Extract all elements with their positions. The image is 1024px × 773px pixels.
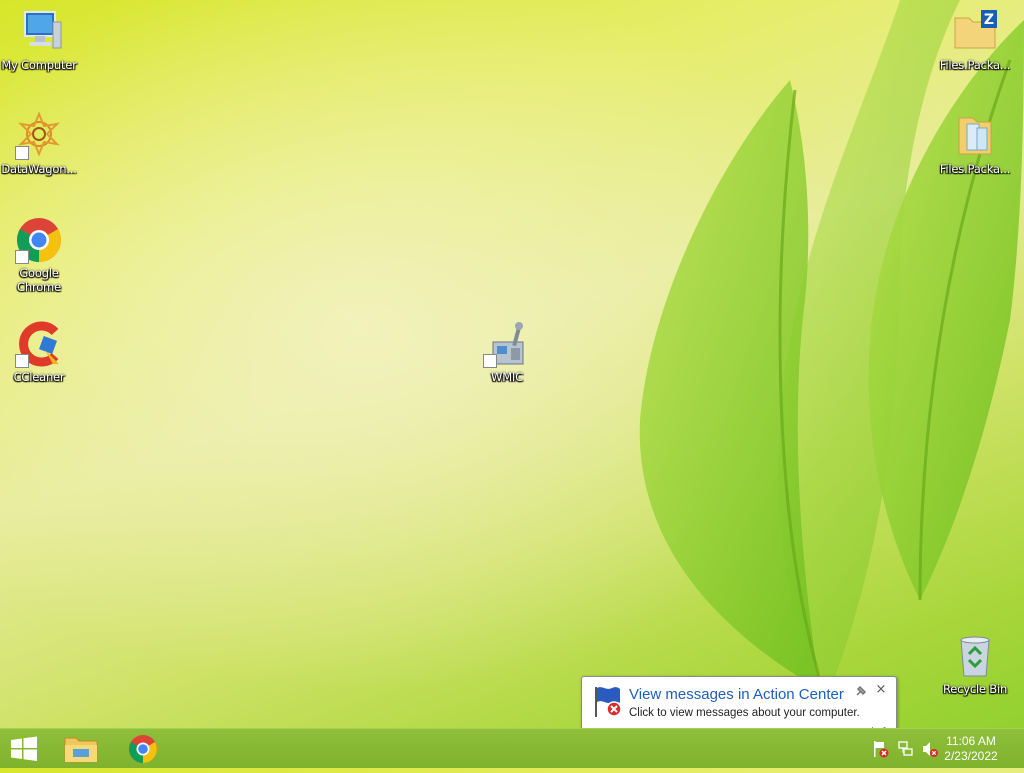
clock-time: 11:06 AM (946, 734, 996, 748)
icon-label: Google Chrome (17, 266, 61, 294)
taskbar-clock[interactable]: 11:06 AM 2/23/2022 (936, 734, 1006, 764)
desktop-icon-wmic[interactable]: WMIC (468, 320, 546, 384)
tray-network[interactable] (897, 739, 915, 759)
clock-date: 2/23/2022 (944, 749, 998, 763)
computer-icon (15, 8, 63, 56)
desktop[interactable]: My Computer DataWagon... Google Chrome C… (0, 0, 1024, 728)
action-center-flag-icon (592, 685, 624, 719)
chrome-icon (15, 216, 63, 264)
icon-label: My Computer (1, 58, 77, 72)
taskbar: 11:06 AM 2/23/2022 (0, 728, 1024, 768)
wmic-icon (483, 320, 531, 368)
desktop-icon-datawagon[interactable]: DataWagon... (0, 111, 78, 176)
close-icon[interactable]: × (874, 683, 888, 697)
tray-action-center[interactable] (872, 739, 890, 759)
network-icon (898, 741, 913, 756)
icon-label: Files.Packa... (939, 58, 1011, 72)
taskbar-chrome[interactable] (114, 729, 172, 769)
desktop-icon-files-package-zip[interactable]: Z Files.Packa... (936, 8, 1014, 72)
recycle-bin-icon (951, 632, 999, 680)
desktop-icon-google-chrome[interactable]: Google Chrome (0, 216, 78, 294)
notification-text: Click to view messages about your comput… (629, 707, 860, 719)
file-explorer-icon (64, 737, 98, 763)
icon-label: Files.Packa... (939, 162, 1011, 176)
icon-label: CCleaner (13, 370, 65, 384)
folder-icon (951, 112, 999, 160)
desktop-icon-my-computer[interactable]: My Computer (0, 8, 78, 72)
ccleaner-icon (15, 320, 63, 368)
pin-icon[interactable] (854, 683, 868, 697)
icon-label: WMIC (491, 370, 523, 384)
start-button[interactable] (0, 729, 48, 769)
shortcut-arrow-icon (15, 354, 29, 368)
desktop-icon-files-package-folder[interactable]: Files.Packa... (936, 112, 1014, 176)
shortcut-arrow-icon (15, 146, 29, 160)
desktop-icon-ccleaner[interactable]: CCleaner (0, 320, 78, 384)
shortcut-arrow-icon (15, 250, 29, 264)
svg-text:Z: Z (984, 12, 994, 28)
icon-label: DataWagon... (1, 162, 77, 176)
datawagon-icon (15, 111, 63, 160)
icon-label: Recycle Bin (942, 682, 1008, 696)
zip-folder-icon: Z (951, 8, 999, 56)
chrome-icon (129, 735, 157, 763)
taskbar-file-explorer[interactable] (52, 729, 110, 769)
action-center-icon (874, 741, 889, 758)
action-center-notification[interactable]: View messages in Action Center Click to … (581, 676, 897, 728)
desktop-icon-recycle-bin[interactable]: Recycle Bin (936, 632, 1014, 696)
shortcut-arrow-icon (483, 354, 497, 368)
windows-logo-icon (11, 736, 37, 761)
notification-title: View messages in Action Center (629, 686, 844, 703)
